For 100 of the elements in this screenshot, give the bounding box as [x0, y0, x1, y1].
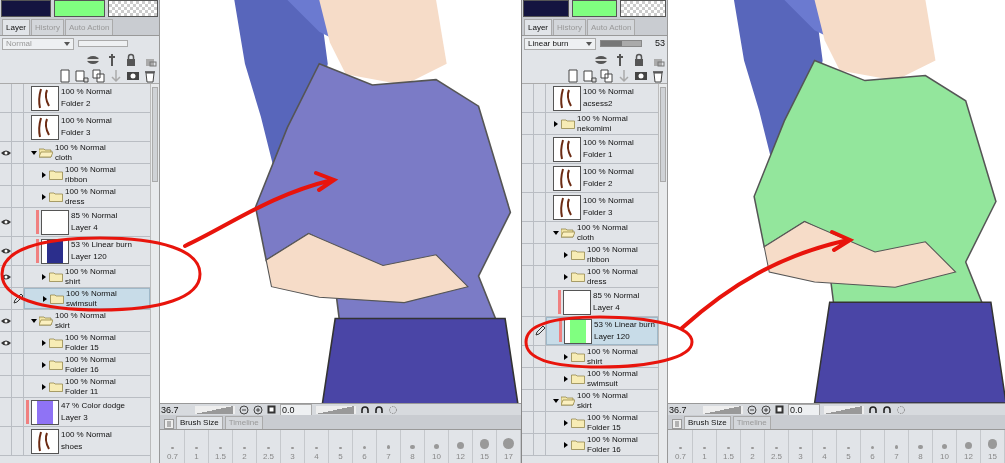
scrollbar[interactable]: [150, 84, 159, 463]
rotation-slider[interactable]: [824, 405, 864, 414]
layer-item[interactable]: 100 % Normal shoes: [24, 427, 150, 455]
layer-item[interactable]: 100 % Normal swimsuit: [546, 368, 658, 389]
layer-blend-mode: 100 % Normal: [66, 288, 117, 299]
expand-caret-icon[interactable]: [563, 375, 569, 382]
panel-tab[interactable]: Brush Size: [176, 416, 223, 429]
expand-caret-icon[interactable]: [41, 171, 47, 178]
zoom-out-icon[interactable]: [239, 404, 249, 415]
layer-item[interactable]: 53 % Linear burn Layer 120: [24, 237, 150, 265]
layer-blend-mode: 100 % Normal: [577, 113, 628, 124]
layer-item[interactable]: 85 % Normal Layer 4: [546, 288, 658, 316]
layer-item[interactable]: 100 % Normal skirt: [24, 310, 150, 331]
layer-item[interactable]: 100 % Normal dress: [546, 266, 658, 287]
layer-item[interactable]: 53 % Linear burn Layer 120: [546, 317, 658, 345]
opacity-slider[interactable]: [600, 40, 642, 47]
expand-caret-icon[interactable]: [563, 251, 569, 258]
rotation-angle-field[interactable]: 0.0: [280, 403, 312, 416]
layer-name: shirt: [65, 276, 82, 287]
zoom-in-icon[interactable]: [253, 404, 263, 415]
expand-caret-icon[interactable]: [41, 339, 47, 346]
layer-item[interactable]: 100 % Normal cloth: [546, 222, 658, 243]
expand-caret-icon[interactable]: [563, 441, 569, 448]
expand-caret-icon[interactable]: [41, 193, 47, 200]
layer-item[interactable]: 100 % Normal Folder 2: [24, 84, 150, 112]
layer-item[interactable]: 100 % Normal Folder 16: [546, 434, 658, 455]
folder-icon: [49, 337, 63, 348]
layer-item[interactable]: 100 % Normal Folder 3: [546, 193, 658, 221]
layer-item[interactable]: 100 % Normal Folder 11: [24, 376, 150, 397]
color-swatch[interactable]: [523, 0, 569, 17]
zoom-slider[interactable]: [703, 405, 743, 414]
pen-icon: [534, 326, 545, 336]
zoom-out-icon[interactable]: [747, 404, 757, 415]
layer-blend-mode: 100 % Normal: [587, 434, 638, 445]
layer-item[interactable]: 100 % Normal Folder 2: [546, 164, 658, 192]
layer-item[interactable]: 100 % Normal cloth: [24, 142, 150, 163]
panel-tab[interactable]: Brush Size: [684, 416, 731, 429]
scrollbar[interactable]: [658, 84, 667, 463]
lock-icon[interactable]: [124, 52, 138, 67]
new-folder-layer-icon[interactable]: [75, 68, 89, 83]
expand-caret-icon[interactable]: [41, 383, 47, 390]
layer-item[interactable]: 100 % Normal ribbon: [546, 244, 658, 265]
color-swatch[interactable]: [54, 0, 105, 17]
blend-mode-dropdown[interactable]: Linear burn: [524, 37, 596, 50]
copy-icon[interactable]: [600, 68, 614, 83]
collapse-caret-icon[interactable]: [553, 397, 559, 404]
layer-name: Folder 15: [65, 342, 100, 353]
layer-item[interactable]: 100 % Normal dress: [24, 186, 150, 207]
fit-to-screen-icon[interactable]: [267, 405, 276, 414]
collapse-caret-icon[interactable]: [553, 229, 559, 236]
expand-caret-icon[interactable]: [41, 273, 47, 280]
panel-tab[interactable]: Layer: [2, 19, 30, 35]
folder-icon: [49, 271, 63, 282]
layer-blend-mode: 100 % Normal: [577, 390, 628, 401]
collapse-caret-icon[interactable]: [31, 149, 37, 156]
layer-name: Folder 2: [583, 179, 614, 189]
opacity-field[interactable]: [78, 40, 128, 47]
layer-item[interactable]: 100 % Normal nekomimi: [546, 113, 658, 134]
layer-blend-mode: 100 % Normal: [587, 412, 638, 423]
fit-to-screen-icon[interactable]: [775, 405, 784, 414]
transparent-color-swatch[interactable]: [620, 0, 666, 17]
expand-caret-icon[interactable]: [563, 419, 569, 426]
layer-item[interactable]: 100 % Normal Folder 15: [546, 412, 658, 433]
layer-item[interactable]: 100 % Normal Folder 16: [24, 354, 150, 375]
scrollbar-thumb[interactable]: [660, 87, 666, 182]
delete-icon[interactable]: [651, 68, 665, 83]
layer-item[interactable]: 100 % Normal shirt: [546, 346, 658, 367]
delete-icon[interactable]: [143, 68, 157, 83]
layer-blend-mode: 100 % Normal: [577, 222, 628, 233]
layer-item[interactable]: 100 % Normal shirt: [24, 266, 150, 287]
zoom-in-icon[interactable]: [761, 404, 771, 415]
new-layer-icon[interactable]: [58, 68, 72, 83]
scrollbar-thumb[interactable]: [152, 87, 158, 182]
layer-item[interactable]: 100 % Normal ribbon: [24, 164, 150, 185]
expand-caret-icon[interactable]: [41, 361, 47, 368]
layer-item[interactable]: 100 % Normal Folder 1: [546, 135, 658, 163]
layer-item[interactable]: 100 % Normal Folder 3: [24, 113, 150, 141]
layer-name: Layer 4: [593, 303, 621, 313]
new-layer-icon[interactable]: [566, 68, 580, 83]
layer-item[interactable]: 85 % Normal Layer 4: [24, 208, 150, 236]
layer-item[interactable]: 47 % Color dodge Layer 3: [24, 398, 150, 426]
layer-item[interactable]: 100 % Normal acsess2: [546, 84, 658, 112]
copy-icon[interactable]: [92, 68, 106, 83]
color-swatch[interactable]: [1, 0, 52, 17]
layer-name: ribbon: [587, 254, 611, 265]
new-folder-layer-icon[interactable]: [583, 68, 597, 83]
expand-caret-icon[interactable]: [563, 273, 569, 280]
layer-item[interactable]: 100 % Normal skirt: [546, 390, 658, 411]
expand-caret-icon[interactable]: [42, 295, 48, 302]
collapse-caret-icon[interactable]: [31, 317, 37, 324]
rotation-angle-field[interactable]: 0.0: [788, 403, 820, 416]
panel-tab[interactable]: Layer: [524, 19, 552, 35]
zoom-slider[interactable]: [195, 405, 235, 414]
lock-icon[interactable]: [632, 52, 646, 67]
layer-item[interactable]: 100 % Normal Folder 15: [24, 332, 150, 353]
expand-caret-icon[interactable]: [563, 353, 569, 360]
transparent-color-swatch[interactable]: [107, 0, 158, 17]
color-swatch[interactable]: [571, 0, 618, 17]
rotation-slider[interactable]: [316, 405, 356, 414]
expand-caret-icon[interactable]: [553, 120, 559, 127]
